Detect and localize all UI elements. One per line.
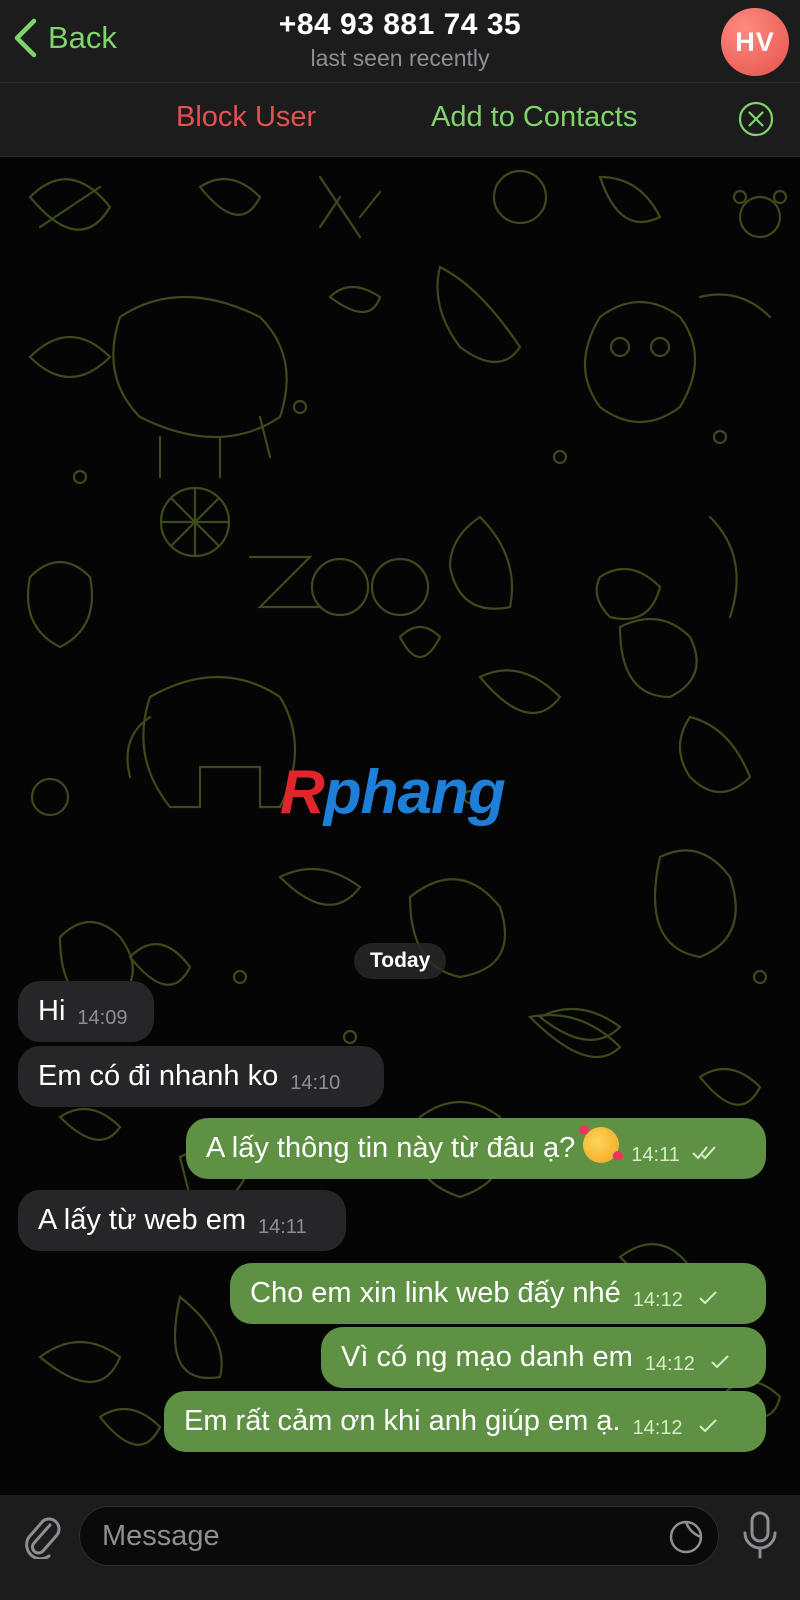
- message-text: A lấy thông tin này từ đâu ạ?: [206, 1132, 576, 1164]
- watermark-part-red: R: [280, 758, 325, 827]
- message-text: Cho em xin link web đấy nhé: [250, 1277, 621, 1309]
- block-user-button[interactable]: Block User: [176, 101, 316, 134]
- add-to-contacts-button[interactable]: Add to Contacts: [431, 101, 637, 134]
- microphone-icon[interactable]: [740, 1509, 780, 1561]
- avatar[interactable]: HV: [721, 8, 789, 76]
- message-bubble-incoming[interactable]: Hi 14:09: [18, 981, 154, 1042]
- back-label: Back: [48, 20, 117, 55]
- date-separator: Today: [354, 943, 447, 979]
- chat-area[interactable]: Rphang Today Hi 14:09 Em có đi nhanh ko 14…: [0, 157, 800, 1495]
- message-text: Em có đi nhanh ko: [38, 1060, 279, 1092]
- check-icon: [698, 1419, 717, 1433]
- message-time: 14:12: [632, 1289, 683, 1311]
- message-time: 14:12: [644, 1353, 695, 1375]
- double-check-icon: [692, 1146, 716, 1160]
- message-time: 14:11: [258, 1216, 307, 1238]
- message-bubble-outgoing[interactable]: Vì có ng mạo danh em 14:12: [321, 1327, 766, 1388]
- message-text: Em rất cảm ơn khi anh giúp em ạ.: [184, 1405, 621, 1437]
- message-time: 14:10: [290, 1072, 341, 1094]
- paperclip-icon[interactable]: [20, 1511, 62, 1559]
- check-icon: [711, 1355, 729, 1369]
- message-composer: [0, 1495, 800, 1600]
- contact-action-bar: Block User Add to Contacts: [0, 83, 800, 157]
- watermark-logo: Rphang: [280, 757, 506, 828]
- message-text: Hi: [38, 995, 66, 1027]
- close-icon[interactable]: [737, 100, 775, 138]
- chat-title: +84 93 881 74 35: [278, 8, 522, 41]
- message-bubble-incoming[interactable]: A lấy từ web em 14:11: [18, 1190, 346, 1251]
- message-time: 14:12: [632, 1417, 683, 1439]
- message-text: Vì có ng mạo danh em: [341, 1341, 633, 1373]
- message-bubble-outgoing[interactable]: Em rất cảm ơn khi anh giúp em ạ. 14:12: [164, 1391, 766, 1452]
- watermark-part-blue: phang: [323, 758, 506, 827]
- sticker-icon[interactable]: [668, 1519, 704, 1555]
- message-text: A lấy từ web em: [38, 1204, 246, 1236]
- chat-header: Back +84 93 881 74 35 last seen recently…: [0, 0, 800, 83]
- chevron-left-icon: [14, 18, 37, 58]
- message-bubble-outgoing[interactable]: A lấy thông tin này từ đâu ạ? 14:11: [186, 1118, 766, 1179]
- smiling-face-with-hearts-icon: [579, 1125, 624, 1163]
- message-time: 14:11: [631, 1144, 680, 1166]
- check-icon: [699, 1291, 717, 1305]
- chat-title-block: +84 93 881 74 35 last seen recently: [0, 6, 800, 72]
- message-bubble-outgoing[interactable]: Cho em xin link web đấy nhé 14:12: [230, 1263, 766, 1324]
- message-bubble-incoming[interactable]: Em có đi nhanh ko 14:10: [18, 1046, 384, 1107]
- back-button[interactable]: Back: [12, 18, 117, 58]
- message-time: 14:09: [77, 1007, 128, 1029]
- message-input[interactable]: [79, 1506, 719, 1566]
- last-seen-status: last seen recently: [310, 45, 490, 71]
